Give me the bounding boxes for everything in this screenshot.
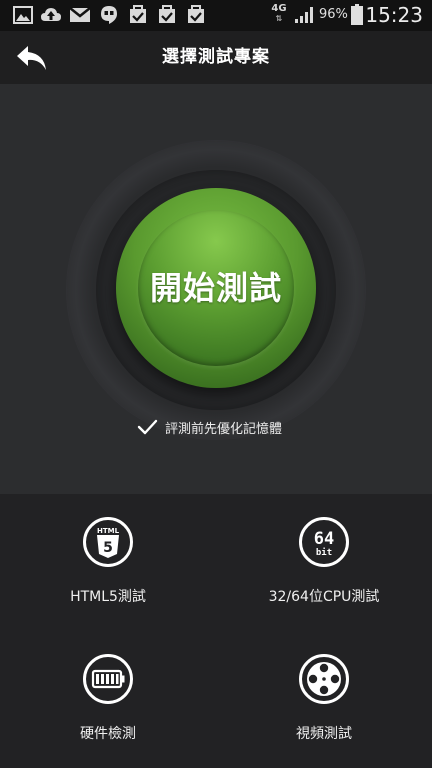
optimize-memory-checkbox[interactable]: 評測前先優化記憶體 <box>136 415 282 439</box>
html5-test-item[interactable]: HTML 5 HTML5測試 <box>0 494 216 631</box>
svg-text:5: 5 <box>103 540 113 556</box>
hardware-test-label: 硬件檢測 <box>80 726 136 742</box>
battery-percent: 96% <box>319 7 348 22</box>
task-check-icon <box>156 5 178 25</box>
back-button[interactable] <box>14 43 50 73</box>
gallery-icon <box>12 5 34 25</box>
hangouts-icon <box>98 5 120 25</box>
html5-test-label: HTML5測試 <box>70 589 146 605</box>
start-test-label: 開始測試 <box>149 269 282 307</box>
task-check-icon <box>127 5 149 25</box>
task-check-icon <box>185 5 207 25</box>
signal-strength-icon <box>294 6 314 24</box>
hero-section: 開始測試 評測前先優化記憶體 <box>0 84 432 494</box>
app-bar: 選擇測試專案 <box>0 31 432 84</box>
gmail-icon <box>69 5 91 25</box>
html5-icon: HTML 5 <box>82 516 134 568</box>
start-test-button[interactable]: 開始測試 <box>116 188 316 388</box>
cpu-test-item[interactable]: 64 bit 32/64位CPU測試 <box>216 494 432 631</box>
battery-hardware-icon <box>82 653 134 705</box>
battery-icon <box>351 4 363 25</box>
64bit-icon: 64 bit <box>298 516 350 568</box>
checkmark-icon <box>136 416 158 438</box>
video-test-item[interactable]: 視頻測試 <box>216 631 432 768</box>
film-reel-icon <box>298 653 350 705</box>
network-activity-arrows: ⇅ <box>275 14 283 23</box>
svg-text:bit: bit <box>316 547 332 558</box>
cloud-upload-icon <box>40 5 62 25</box>
page-title: 選擇測試專案 <box>162 47 270 67</box>
back-arrow-icon <box>17 46 46 70</box>
svg-text:HTML: HTML <box>97 527 120 535</box>
network-type-label: 4G <box>271 3 287 14</box>
status-bar: 4G ⇅ 96% 15:23 <box>0 0 432 31</box>
cpu-test-label: 32/64位CPU測試 <box>268 589 380 605</box>
clock: 15:23 <box>365 3 423 27</box>
video-test-label: 視頻測試 <box>296 726 352 742</box>
optimize-memory-label: 評測前先優化記憶體 <box>165 421 283 437</box>
hardware-test-item[interactable]: 硬件檢測 <box>0 631 216 768</box>
network-type: 4G ⇅ <box>270 3 288 23</box>
test-grid: HTML 5 HTML5測試 64 bit 32/64位CPU測試 硬件檢測 視… <box>0 494 432 768</box>
svg-text:64: 64 <box>314 529 334 549</box>
